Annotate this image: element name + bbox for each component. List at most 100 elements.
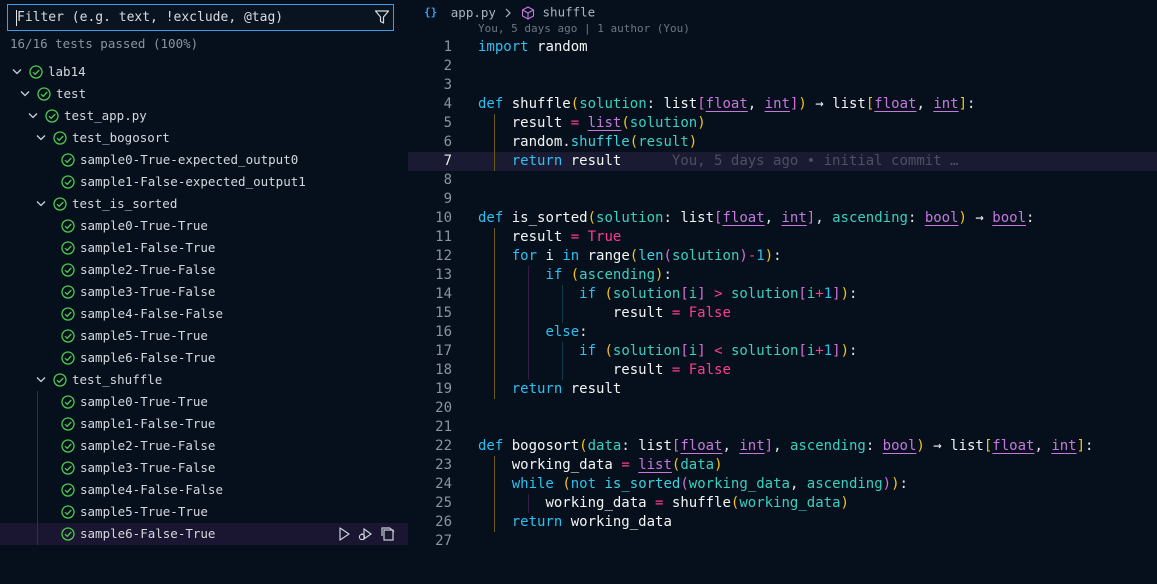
- blame-header[interactable]: You, 5 days ago | 1 author (You): [478, 22, 690, 35]
- test-label: test_is_sorted: [72, 196, 178, 211]
- code-line[interactable]: 20: [408, 399, 1157, 418]
- code-line[interactable]: 27: [408, 532, 1157, 551]
- chevron-down-icon[interactable]: [20, 90, 30, 98]
- test-case-row[interactable]: sample6-False-True: [0, 523, 408, 545]
- chevron-down-icon[interactable]: [36, 134, 46, 142]
- test-passed-icon: [61, 153, 75, 167]
- code-line[interactable]: 23 working_data = list(data): [408, 456, 1157, 475]
- test-passed-icon: [61, 351, 75, 365]
- code-text: return working_data: [511, 514, 672, 530]
- test-suite-row[interactable]: test_shuffle: [0, 369, 408, 391]
- code-line[interactable]: 2: [408, 57, 1157, 76]
- line-number: 11: [435, 229, 452, 245]
- code-line[interactable]: 7 return result You, 5 days ago • initia…: [408, 152, 1157, 171]
- test-suite-row[interactable]: test: [0, 83, 408, 105]
- test-suite-row[interactable]: test_app.py: [0, 105, 408, 127]
- chevron-down-icon[interactable]: [36, 200, 46, 208]
- test-case-row[interactable]: sample6-False-True: [0, 347, 408, 369]
- test-suite-row[interactable]: test_is_sorted: [0, 193, 408, 215]
- test-passed-icon: [61, 505, 75, 519]
- line-number: 16: [435, 324, 452, 340]
- filter-input[interactable]: [8, 5, 368, 30]
- code-text: result = False: [612, 305, 731, 321]
- code-line[interactable]: 5 result = list(solution): [408, 114, 1157, 133]
- code-line[interactable]: 14 if (solution[i] > solution[i+1]):: [408, 285, 1157, 304]
- test-case-row[interactable]: sample1-False-expected_output1: [0, 171, 408, 193]
- line-number: 2: [443, 58, 452, 74]
- test-suite-row[interactable]: lab14: [0, 61, 408, 83]
- code-line[interactable]: 19 return result: [408, 380, 1157, 399]
- code-line[interactable]: 10 def is_sorted(solution: list[float, in…: [408, 209, 1157, 228]
- test-case-row[interactable]: sample1-False-True: [0, 237, 408, 259]
- test-suite-row[interactable]: test_bogosort: [0, 127, 408, 149]
- line-number: 23: [435, 457, 452, 473]
- code-text: def is_sorted(solution: list[float, int]…: [478, 210, 1035, 226]
- code-text: if (solution[i] > solution[i+1]):: [579, 286, 858, 302]
- code-line[interactable]: 9: [408, 190, 1157, 209]
- line-number: 7: [443, 153, 452, 169]
- line-number: 3: [443, 77, 452, 93]
- code-line[interactable]: 22 def bogosort(data: list[float, int], a…: [408, 437, 1157, 456]
- code-line[interactable]: 4 def shuffle(solution: list[float, int])…: [408, 95, 1157, 114]
- line-number: 6: [443, 134, 452, 150]
- line-number: 26: [435, 514, 452, 530]
- test-passed-icon: [45, 109, 59, 123]
- line-number: 27: [435, 533, 452, 549]
- test-label: sample6-False-True: [80, 526, 216, 541]
- test-case-row[interactable]: sample2-True-False: [0, 435, 408, 457]
- filter-box[interactable]: [7, 4, 394, 31]
- chevron-down-icon[interactable]: [36, 376, 46, 384]
- code-line[interactable]: 12 for i in range(len(solution)-1):: [408, 247, 1157, 266]
- run-test-icon[interactable]: [336, 526, 352, 542]
- code-text: def shuffle(solution: list[float, int]) …: [478, 96, 976, 112]
- test-passed-icon: [61, 439, 75, 453]
- test-case-row[interactable]: sample5-True-True: [0, 325, 408, 347]
- code-line[interactable]: 1 import random: [408, 38, 1157, 57]
- test-label: sample3-True-False: [80, 460, 216, 475]
- test-passed-icon: [61, 307, 75, 321]
- code-text: import random: [478, 39, 588, 55]
- code-line[interactable]: 18 result = False: [408, 361, 1157, 380]
- test-case-row[interactable]: sample5-True-True: [0, 501, 408, 523]
- code-line[interactable]: 24 while (not is_sorted(working_data, as…: [408, 475, 1157, 494]
- filter-icon[interactable]: [374, 9, 390, 25]
- test-case-row[interactable]: sample0-True-expected_output0: [0, 149, 408, 171]
- test-passed-icon: [61, 329, 75, 343]
- line-number: 10: [435, 210, 452, 226]
- debug-test-icon[interactable]: [358, 526, 374, 542]
- test-case-row[interactable]: sample3-True-False: [0, 457, 408, 479]
- code-line[interactable]: 17 if (solution[i] < solution[i+1]):: [408, 342, 1157, 361]
- test-case-row[interactable]: sample0-True-True: [0, 215, 408, 237]
- test-case-row[interactable]: sample3-True-False: [0, 281, 408, 303]
- test-label: sample1-False-expected_output1: [80, 174, 306, 189]
- test-passed-icon: [61, 285, 75, 299]
- code-line[interactable]: 11 result = True: [408, 228, 1157, 247]
- breadcrumb-file[interactable]: app.py: [451, 5, 496, 20]
- test-case-row[interactable]: sample4-False-False: [0, 303, 408, 325]
- test-case-row[interactable]: sample1-False-True: [0, 413, 408, 435]
- line-number: 8: [443, 172, 452, 188]
- code-line[interactable]: 25 working_data = shuffle(working_data): [408, 494, 1157, 513]
- inline-blame[interactable]: You, 5 days ago • initial commit …: [621, 153, 959, 169]
- code-line[interactable]: 15 result = False: [408, 304, 1157, 323]
- code-editor[interactable]: {} app.py shuffle You, 5 days ago | 1 au…: [408, 0, 1157, 584]
- test-label: test_app.py: [64, 108, 147, 123]
- test-case-row[interactable]: sample4-False-False: [0, 479, 408, 501]
- go-to-test-icon[interactable]: [380, 526, 396, 542]
- chevron-down-icon[interactable]: [12, 68, 22, 76]
- code-line[interactable]: 3: [408, 76, 1157, 95]
- line-number: 21: [435, 419, 452, 435]
- breadcrumb-symbol[interactable]: shuffle: [543, 5, 596, 20]
- code-line[interactable]: 6 random.shuffle(result): [408, 133, 1157, 152]
- test-case-row[interactable]: sample2-True-False: [0, 259, 408, 281]
- code-line[interactable]: 16 else:: [408, 323, 1157, 342]
- code-line[interactable]: 21: [408, 418, 1157, 437]
- code-line[interactable]: 13 if (ascending):: [408, 266, 1157, 285]
- code-area[interactable]: 1 import random 2 3 4 def shuffle(solution: l…: [408, 38, 1157, 551]
- test-passed-icon: [53, 373, 67, 387]
- chevron-down-icon[interactable]: [28, 112, 38, 120]
- breadcrumb: {} app.py shuffle: [424, 3, 595, 21]
- code-line[interactable]: 8: [408, 171, 1157, 190]
- code-line[interactable]: 26 return working_data: [408, 513, 1157, 532]
- test-case-row[interactable]: sample0-True-True: [0, 391, 408, 413]
